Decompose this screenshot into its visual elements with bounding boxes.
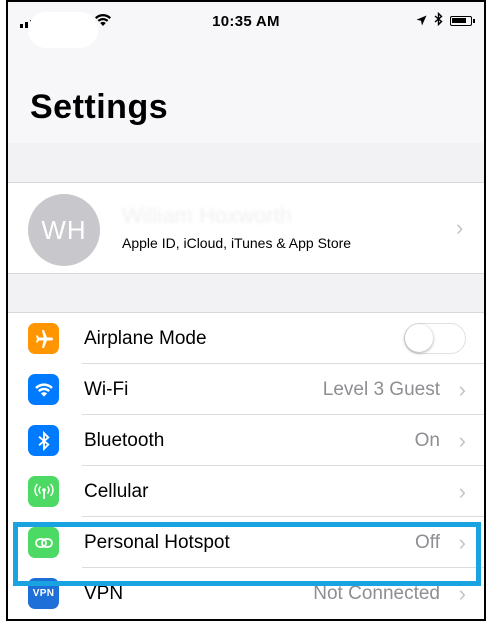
profile-subtitle: Apple ID, iCloud, iTunes & App Store <box>122 235 352 251</box>
status-icons <box>416 11 475 29</box>
settings-screen: 10:35 AM Settings WH William Hoxworth Ap… <box>6 0 486 621</box>
bluetooth-icon <box>434 11 443 29</box>
settings-row-airplane-mode[interactable]: Airplane Mode <box>8 313 484 364</box>
cellular-antenna-icon <box>28 476 59 507</box>
status-bar: 10:35 AM <box>8 2 484 48</box>
header: 10:35 AM Settings <box>8 2 484 143</box>
chevron-right-icon: › <box>458 377 466 402</box>
toggle-knob <box>405 324 433 352</box>
apple-id-row[interactable]: WH William Hoxworth Apple ID, iCloud, iT… <box>8 182 484 274</box>
settings-list: Airplane Mode Wi-Fi Level 3 Guest › Blue… <box>8 312 484 619</box>
settings-row-personal-hotspot[interactable]: Personal Hotspot Off › <box>8 517 484 568</box>
battery-icon <box>450 15 475 26</box>
settings-row-value: Off <box>415 532 440 553</box>
settings-row-label: Wi-Fi <box>84 379 129 400</box>
settings-row-cellular[interactable]: Cellular › <box>8 466 484 517</box>
location-arrow-icon <box>416 13 427 29</box>
hotspot-link-icon <box>28 527 59 558</box>
vpn-icon: VPN <box>28 578 59 609</box>
settings-row-vpn[interactable]: VPN VPN Not Connected › <box>8 568 484 619</box>
settings-row-label: Cellular <box>84 481 149 502</box>
profile-name: William Hoxworth <box>122 203 292 228</box>
settings-row-label: Personal Hotspot <box>84 532 230 553</box>
settings-row-label: VPN <box>84 583 124 604</box>
settings-row-value: On <box>414 430 440 451</box>
chevron-right-icon: › <box>458 581 466 606</box>
settings-row-value: Level 3 Guest <box>322 379 440 400</box>
airplane-icon <box>28 323 59 354</box>
settings-row-value: Not Connected <box>313 583 440 604</box>
chevron-right-icon: › <box>456 215 464 240</box>
chevron-right-icon: › <box>458 428 466 453</box>
airplane-mode-toggle[interactable] <box>404 323 466 354</box>
settings-row-label: Bluetooth <box>84 430 165 451</box>
settings-row-bluetooth[interactable]: Bluetooth On › <box>8 415 484 466</box>
avatar: WH <box>28 194 100 266</box>
status-time: 10:35 AM <box>212 13 280 30</box>
chevron-right-icon: › <box>458 530 466 555</box>
bluetooth-icon <box>28 425 59 456</box>
settings-row-wifi[interactable]: Wi-Fi Level 3 Guest › <box>8 364 484 415</box>
wifi-icon <box>28 374 59 405</box>
settings-row-label: Airplane Mode <box>84 328 207 349</box>
page-title: Settings <box>30 88 169 126</box>
chevron-right-icon: › <box>458 479 466 504</box>
